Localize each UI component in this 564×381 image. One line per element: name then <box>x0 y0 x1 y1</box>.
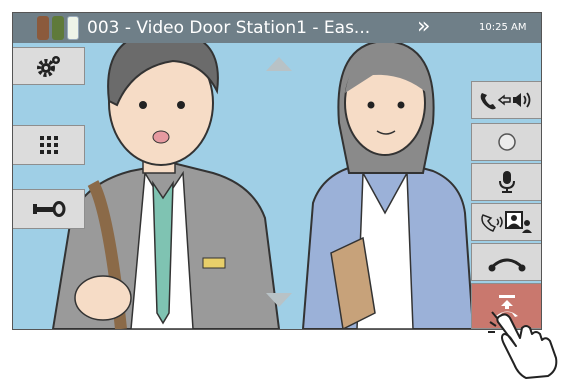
clock: 10:25 AM <box>479 22 527 33</box>
status-bar: 003 - Video Door Station1 - Eas... » 10:… <box>13 13 541 43</box>
record-icon <box>497 133 516 151</box>
microphone-icon <box>498 171 515 193</box>
transfer-call-icon <box>480 211 532 233</box>
door-key-icon <box>32 201 65 217</box>
keypad-button[interactable] <box>13 125 85 165</box>
hang-up-icon <box>488 258 525 272</box>
signal-bar-2 <box>52 16 64 40</box>
door-station-screen: 003 - Video Door Station1 - Eas... » 10:… <box>12 12 542 330</box>
transfer-button[interactable] <box>471 203 541 241</box>
pan-up-arrow-icon[interactable] <box>266 57 292 71</box>
settings-gear-icon <box>36 56 60 77</box>
signal-bar-3 <box>67 16 79 40</box>
pan-down-arrow-icon[interactable] <box>266 293 292 307</box>
station-title: 003 - Video Door Station1 - Eas... <box>87 18 371 38</box>
keypad-icon <box>39 136 58 154</box>
handset-to-speaker-icon <box>480 92 530 110</box>
hang-up-button[interactable] <box>471 243 541 281</box>
speaker-handset-button[interactable] <box>471 81 541 119</box>
settings-button[interactable] <box>13 47 85 85</box>
record-button[interactable] <box>471 123 541 161</box>
door-release-button[interactable] <box>13 189 85 229</box>
double-chevron-right-icon[interactable]: » <box>417 15 430 39</box>
microphone-button[interactable] <box>471 163 541 201</box>
pointing-hand-icon <box>488 311 558 379</box>
signal-bar-1 <box>37 16 49 40</box>
